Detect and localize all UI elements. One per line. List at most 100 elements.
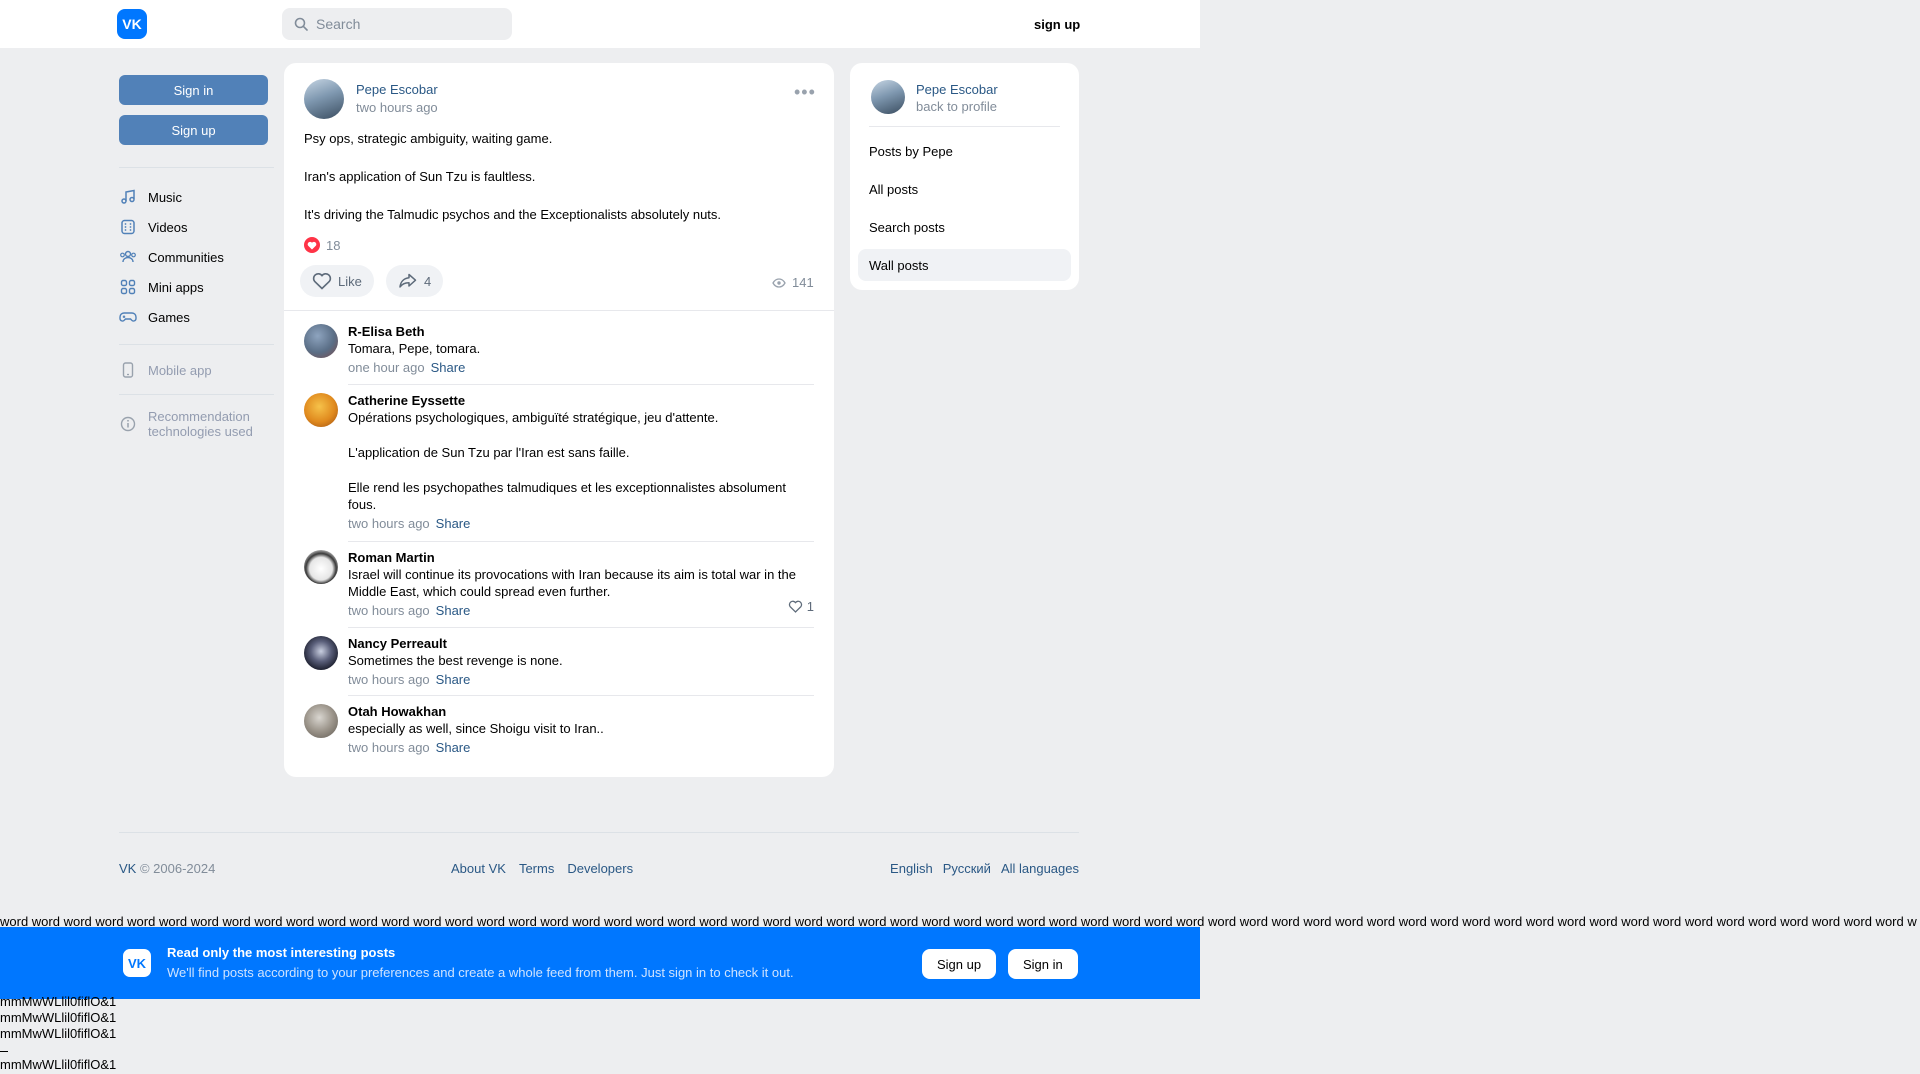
comment-share-link[interactable]: Share	[436, 516, 471, 531]
info-icon	[119, 415, 137, 433]
post-author-name[interactable]: Pepe Escobar	[356, 82, 438, 97]
banner-sign-up-button[interactable]: Sign up	[922, 949, 997, 979]
reactions-count: 18	[326, 237, 341, 253]
comment-meta: two hours ago Share	[348, 671, 814, 688]
sidebar-item-communities[interactable]: Communities	[119, 245, 224, 269]
reactions-summary[interactable]: 18	[304, 237, 340, 253]
comment-paragraph: Elle rend les psychopathes talmudiques e…	[348, 480, 786, 512]
sidebar-item-music[interactable]: Music	[119, 185, 182, 209]
profile-avatar[interactable]	[871, 80, 905, 114]
commenter-avatar[interactable]	[304, 393, 338, 427]
sidebar-item-games[interactable]: Games	[119, 305, 190, 329]
comment-meta: two hours ago Share	[348, 739, 814, 756]
footer-link-about[interactable]: About VK	[451, 861, 506, 876]
comment-text: Tomara, Pepe, tomara.	[348, 340, 814, 357]
sidebar-item-label: Games	[148, 309, 190, 325]
banner-title: Read only the most interesting posts	[167, 945, 396, 960]
commenter-name[interactable]: Otah Howakhan	[348, 704, 814, 720]
comment-like-button[interactable]: 1	[788, 599, 814, 614]
commenter-avatar[interactable]	[304, 704, 338, 738]
vk-logo[interactable]: VK	[117, 9, 147, 39]
commenter-avatar[interactable]	[304, 324, 338, 358]
views-count: 141	[792, 275, 814, 290]
menu-item-posts-by-pepe[interactable]: Posts by Pepe	[858, 135, 1071, 167]
language-all[interactable]: All languages	[1001, 861, 1079, 876]
search-input[interactable]	[316, 16, 496, 32]
footer-link-terms[interactable]: Terms	[519, 861, 554, 876]
comment-share-link[interactable]: Share	[436, 672, 471, 687]
search-box[interactable]	[282, 8, 512, 40]
sign-in-button[interactable]: Sign in	[119, 75, 268, 105]
footer-links: About VK Terms Developers	[451, 861, 633, 876]
share-button[interactable]: 4	[386, 265, 444, 297]
share-icon	[399, 273, 417, 288]
sidebar-item-videos[interactable]: Videos	[119, 215, 188, 239]
phone-icon	[119, 361, 137, 379]
comment-time[interactable]: two hours ago	[348, 516, 430, 531]
gamepad-icon	[119, 308, 137, 326]
views-counter: 141	[772, 275, 814, 290]
commenter-name[interactable]: Catherine Eyssette	[348, 393, 814, 409]
comment-separator	[348, 627, 814, 628]
language-english[interactable]: English	[890, 861, 933, 876]
footer-link-developers[interactable]: Developers	[567, 861, 633, 876]
post-paragraph: It's driving the Talmudic psychos and th…	[304, 207, 722, 222]
footer-vk-link[interactable]: VK	[119, 861, 136, 876]
commenter-name[interactable]: Nancy Perreault	[348, 636, 814, 652]
footer-copyright-text: © 2006-2024	[136, 861, 216, 876]
header-signup-link[interactable]: sign up	[1034, 17, 1080, 32]
comment-paragraph: Tomara, Pepe, tomara.	[348, 341, 481, 356]
post-text: Psy ops, strategic ambiguity, waiting ga…	[304, 129, 814, 243]
commenter-name[interactable]: R-Elisa Beth	[348, 324, 814, 340]
sidebar-item-label: Mini apps	[148, 279, 204, 295]
comment-body: R-Elisa Beth Tomara, Pepe, tomara. one h…	[348, 324, 814, 376]
sign-up-button[interactable]: Sign up	[119, 115, 268, 145]
author-avatar[interactable]	[304, 79, 344, 119]
comment-paragraph: L'application de Sun Tzu par l'Iran est …	[348, 445, 630, 460]
heart-outline-icon	[312, 273, 332, 290]
comment-text: Israel will continue its provocations wi…	[348, 566, 814, 600]
comment-time[interactable]: two hours ago	[348, 603, 430, 618]
more-options-icon[interactable]: •••	[794, 83, 816, 101]
sidebar-item-mobile-app[interactable]: Mobile app	[119, 358, 212, 382]
language-russian[interactable]: Русский	[943, 861, 991, 876]
post-time[interactable]: two hours ago	[356, 100, 438, 115]
comment-paragraph: Israel will continue its provocations wi…	[348, 567, 796, 599]
like-button[interactable]: Like	[300, 265, 374, 297]
sidebar-item-label: Communities	[148, 249, 224, 265]
profile-card-divider	[869, 126, 1060, 127]
menu-item-all-posts[interactable]: All posts	[858, 173, 1071, 205]
heart-outline-icon	[788, 600, 802, 613]
comment-paragraph: Opérations psychologiques, ambiguïté str…	[348, 410, 719, 425]
music-icon	[119, 188, 137, 206]
recommendation-text: Recommendation technologies used	[148, 409, 253, 439]
search-icon	[294, 17, 308, 31]
profile-nav-card: Pepe Escobar back to profile Posts by Pe…	[850, 63, 1079, 290]
test-string: mmMwWLlil0fiflO&1	[0, 1010, 117, 1025]
comment-body: Catherine Eyssette Opérations psychologi…	[348, 393, 814, 532]
profile-name-link[interactable]: Pepe Escobar	[916, 82, 998, 97]
comment-time[interactable]: one hour ago	[348, 360, 425, 375]
sidebar-item-mini-apps[interactable]: Mini apps	[119, 275, 204, 299]
menu-item-wall-posts[interactable]: Wall posts	[858, 249, 1071, 281]
comment-share-link[interactable]: Share	[431, 360, 466, 375]
video-icon	[119, 218, 137, 236]
menu-item-search-posts[interactable]: Search posts	[858, 211, 1071, 243]
comment-paragraph: Sometimes the best revenge is none.	[348, 653, 563, 668]
comment-share-link[interactable]: Share	[436, 740, 471, 755]
comment-time[interactable]: two hours ago	[348, 740, 430, 755]
back-to-profile-link[interactable]: back to profile	[916, 99, 997, 114]
comment-meta: one hour ago Share	[348, 359, 814, 376]
test-string: mmMwWLlil0fiflO&1	[0, 1057, 117, 1072]
sidebar-item-recommendations[interactable]: Recommendation technologies used	[119, 408, 253, 440]
comment-separator	[348, 384, 814, 385]
comment-time[interactable]: two hours ago	[348, 672, 430, 687]
banner-sign-in-button[interactable]: Sign in	[1008, 949, 1078, 979]
recommendation-line1: Recommendation	[148, 409, 250, 424]
comment-share-link[interactable]: Share	[436, 603, 471, 618]
commenter-avatar[interactable]	[304, 550, 338, 584]
comments-divider	[284, 310, 834, 311]
test-string: mmMwWLlil0fiflO&1	[0, 1026, 117, 1041]
commenter-name[interactable]: Roman Martin	[348, 550, 814, 566]
commenter-avatar[interactable]	[304, 636, 338, 670]
